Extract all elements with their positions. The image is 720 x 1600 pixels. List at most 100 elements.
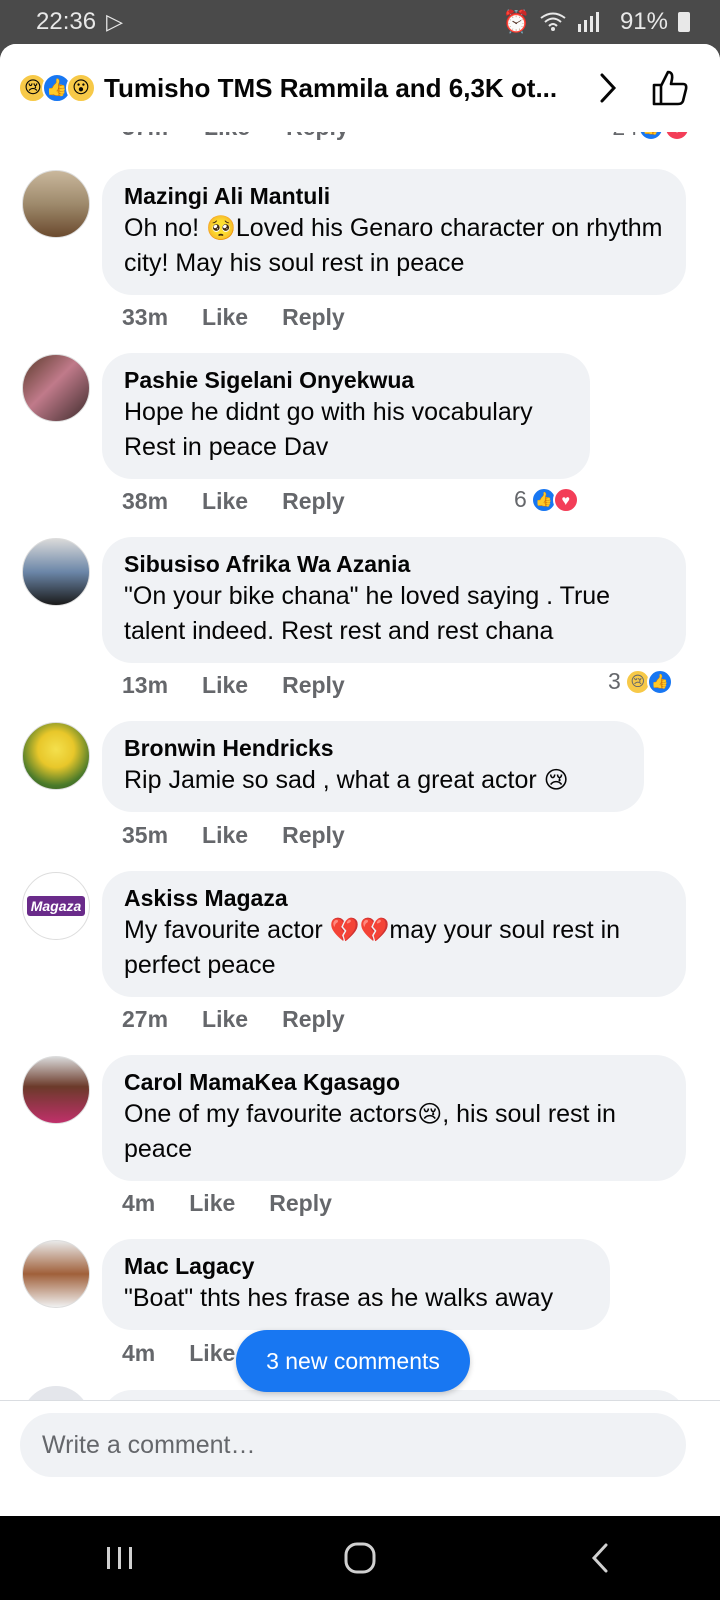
commenter-name[interactable]: Carol MamaKea Kgasago [124,1067,664,1097]
comment-actions: 13m Like Reply [122,672,345,699]
commenter-name[interactable]: Mazingi Ali Mantuli [124,181,664,211]
comment-text: Rip Jamie so sad , what a great actor 😢 [124,763,622,798]
comment-time: 4m [122,1340,156,1366]
comment-time: 37m [122,132,168,141]
reaction-count-number: 6 [514,486,527,512]
comment-text-part: Rip Jamie so sad , what a great actor [124,766,544,794]
comment-bubble[interactable]: Bronwin Hendricks Rip Jamie so sad , wha… [102,721,644,812]
comment-text: "Boat" thts hes frase as he walks away [124,1284,554,1312]
avatar[interactable]: Magaza [22,872,90,940]
like-link[interactable]: Like [202,1006,248,1033]
chevron-right-icon[interactable] [588,72,628,104]
comment-time: 13m [122,672,169,698]
alarm-icon: ⏰ [502,9,530,34]
like-link[interactable]: Like [202,672,248,699]
back-icon[interactable] [560,1528,640,1588]
like-link[interactable]: Like [202,488,248,515]
comment-list[interactable]: 37m Like Reply 24 👍 ♥ Mazingi Ali Mantul… [0,132,720,1472]
reactions-header[interactable]: 😢 👍 😮 Tumisho TMS Rammila and 6,3K ot... [0,44,720,132]
reaction-count[interactable]: 3 😢 👍 [608,668,673,695]
comment-composer: Write a comment… [0,1400,720,1516]
avatar[interactable] [22,538,90,606]
comment-text: "On your bike chana" he loved saying . T… [124,582,611,645]
reply-link[interactable]: Reply [269,1190,332,1217]
commenter-name[interactable]: Sibusiso Afrika Wa Azania [124,549,664,579]
comment-text-part: Oh no! [124,214,206,242]
reaction-count-number: 24 [612,132,638,141]
like-link[interactable]: Like [202,822,248,849]
broken-heart-emoji: 💔💔 [329,917,390,944]
status-left: 22:36 ▷ [36,8,123,36]
battery-icon [678,12,690,32]
like-link[interactable]: Like [189,1190,235,1217]
reaction-count: 24 👍 ♥ [612,132,690,141]
comment-actions: 35m Like Reply [122,822,345,849]
comment-time: 35m [122,822,169,848]
crying-face-emoji: 😢 [543,767,569,794]
status-time: 22:36 [36,8,97,35]
like-icon: 👍 [646,668,673,695]
reaction-stack: 😢 👍 😮 [18,73,96,103]
reply-link[interactable]: Reply [282,304,345,331]
comment-text: Oh no! 🥺Loved his Genaro character on rh… [124,211,664,281]
comment-text: Hope he didnt go with his vocabulary Res… [124,398,533,461]
avatar[interactable] [22,170,90,238]
avatar[interactable] [22,722,90,790]
commenter-name[interactable]: Pashie Sigelani Onyekwua [124,365,568,395]
comment-actions: 4m Like Reply [122,1190,332,1217]
avatar[interactable] [22,354,90,422]
like-button-icon[interactable] [640,69,700,107]
previous-comment-actions: 37m Like Reply 24 👍 ♥ [0,132,720,156]
like-link[interactable]: Like [202,304,248,331]
comment-time: 27m [122,1006,169,1032]
comment-bubble[interactable]: Carol MamaKea Kgasago One of my favourit… [102,1055,686,1181]
like-link[interactable]: Like [189,1340,235,1367]
comment-text-part: One of my favourite actors [124,1100,418,1128]
comment-actions: 27m Like Reply [122,1006,345,1033]
comment-text: My favourite actor 💔💔may your soul rest … [124,913,664,983]
comment-bubble[interactable]: Pashie Sigelani Onyekwua Hope he didnt g… [102,353,590,479]
commenter-name[interactable]: Mac Lagacy [124,1251,588,1281]
avatar[interactable] [22,1240,90,1308]
reaction-count[interactable]: 6 👍 ♥ [514,486,579,513]
battery-percent: 91% [619,8,668,35]
comment-bubble[interactable]: Askiss Magaza My favourite actor 💔💔may y… [102,871,686,997]
reaction-count-number: 3 [608,668,621,694]
comment-text: One of my favourite actors😢, his soul re… [124,1097,664,1167]
recent-apps-icon[interactable] [80,1528,160,1588]
home-icon[interactable] [320,1528,400,1588]
comment-text-part: My favourite actor [124,916,330,944]
comment-time: 38m [122,488,169,514]
commenter-name[interactable]: Bronwin Hendricks [124,733,622,763]
heart-icon: ♥ [552,486,579,513]
crying-face-emoji: 😢 [417,1101,443,1128]
avatar-logo: Magaza [26,896,86,916]
reply-link[interactable]: Reply [286,132,349,141]
status-right: ⏰ 91% [503,8,690,36]
reply-link[interactable]: Reply [282,822,345,849]
comment-time: 4m [122,1190,156,1216]
wow-reaction-icon: 😮 [66,73,96,103]
reactions-summary[interactable]: Tumisho TMS Rammila and 6,3K ot... [104,73,574,104]
comments-sheet: 😢 👍 😮 Tumisho TMS Rammila and 6,3K ot...… [0,44,720,1516]
like-icon: 👍 [638,132,664,141]
reply-link[interactable]: Reply [282,1006,345,1033]
pleading-face-emoji: 🥺 [206,215,236,242]
play-icon: ▷ [106,9,123,34]
comment-bubble[interactable]: Sibusiso Afrika Wa Azania "On your bike … [102,537,686,663]
comment-actions: 33m Like Reply [122,304,345,331]
status-bar: 22:36 ▷ ⏰ 91% [0,0,720,44]
system-nav-bar [0,1516,720,1600]
heart-icon: ♥ [664,132,690,141]
comment-bubble[interactable]: Mazingi Ali Mantuli Oh no! 🥺Loved his Ge… [102,169,686,295]
avatar[interactable] [22,1056,90,1124]
reply-link[interactable]: Reply [282,672,345,699]
like-link[interactable]: Like [204,132,250,141]
new-comments-button[interactable]: 3 new comments [236,1330,470,1392]
comment-input[interactable]: Write a comment… [20,1413,686,1477]
wifi-icon [540,12,566,31]
commenter-name[interactable]: Askiss Magaza [124,883,664,913]
comment-actions: 38m Like Reply [122,488,345,515]
reply-link[interactable]: Reply [282,488,345,515]
comment-bubble[interactable]: Mac Lagacy "Boat" thts hes frase as he w… [102,1239,610,1330]
